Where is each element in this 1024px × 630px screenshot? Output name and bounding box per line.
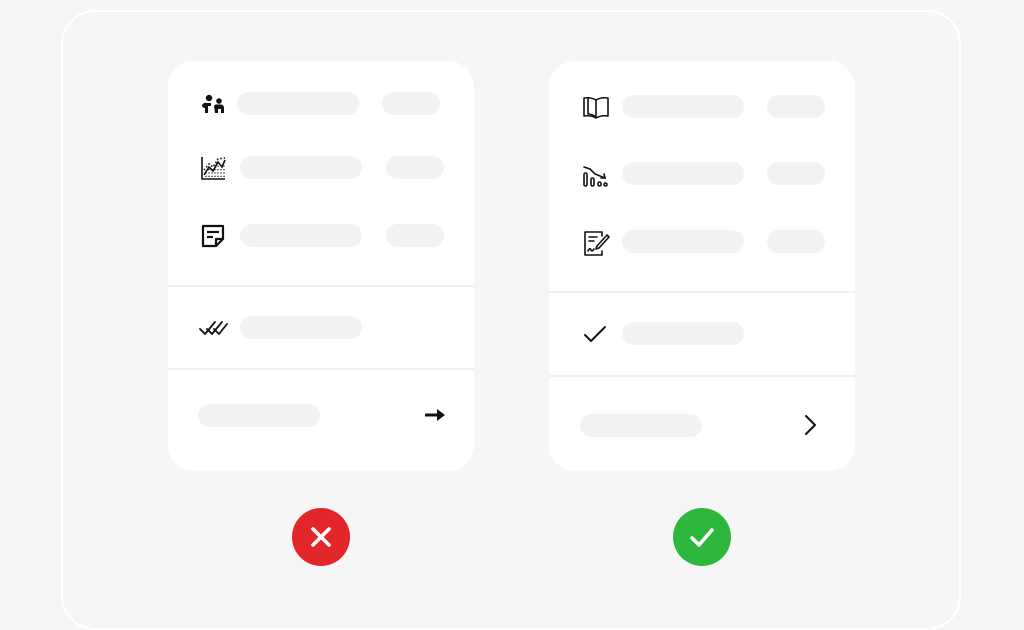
- label-placeholder: [240, 316, 362, 339]
- label-placeholder: [198, 404, 320, 427]
- label-placeholder: [622, 162, 744, 185]
- check-icon: [673, 508, 731, 566]
- label-placeholder: [237, 92, 359, 115]
- divider: [549, 291, 855, 293]
- list-item[interactable]: [549, 153, 855, 193]
- list-item[interactable]: [549, 313, 855, 353]
- incorrect-badge: [292, 508, 350, 566]
- footer-link[interactable]: [549, 403, 855, 443]
- value-placeholder: [386, 156, 444, 179]
- value-placeholder: [767, 230, 825, 253]
- people-icon: [198, 89, 228, 119]
- list-item[interactable]: [168, 147, 474, 187]
- footer-link[interactable]: [168, 394, 474, 434]
- chevron-right-icon: [795, 410, 825, 440]
- arrow-right-icon: [420, 400, 450, 430]
- label-placeholder: [622, 230, 744, 253]
- value-placeholder: [386, 224, 444, 247]
- value-placeholder: [382, 92, 440, 115]
- area-chart-icon: [198, 153, 228, 183]
- check-icon: [581, 319, 611, 349]
- list-item[interactable]: [549, 221, 855, 261]
- value-placeholder: [767, 162, 825, 185]
- list-item[interactable]: [168, 215, 474, 255]
- divider: [549, 375, 855, 377]
- double-check-icon: [198, 312, 228, 342]
- label-placeholder: [622, 95, 744, 118]
- bad-example-card: [168, 61, 474, 471]
- list-item[interactable]: [549, 86, 855, 126]
- divider: [168, 285, 474, 287]
- declining-bar-chart-icon: [581, 159, 611, 189]
- label-placeholder: [622, 322, 744, 345]
- good-example-card: [549, 61, 855, 471]
- value-placeholder: [767, 95, 825, 118]
- list-item[interactable]: [168, 83, 474, 123]
- divider: [168, 368, 474, 370]
- correct-badge: [673, 508, 731, 566]
- note-icon: [198, 221, 228, 251]
- signed-document-icon: [581, 227, 611, 257]
- label-placeholder: [240, 224, 362, 247]
- cross-icon: [292, 508, 350, 566]
- open-book-icon: [581, 92, 611, 122]
- list-item[interactable]: [168, 306, 474, 346]
- label-placeholder: [580, 414, 702, 437]
- label-placeholder: [240, 156, 362, 179]
